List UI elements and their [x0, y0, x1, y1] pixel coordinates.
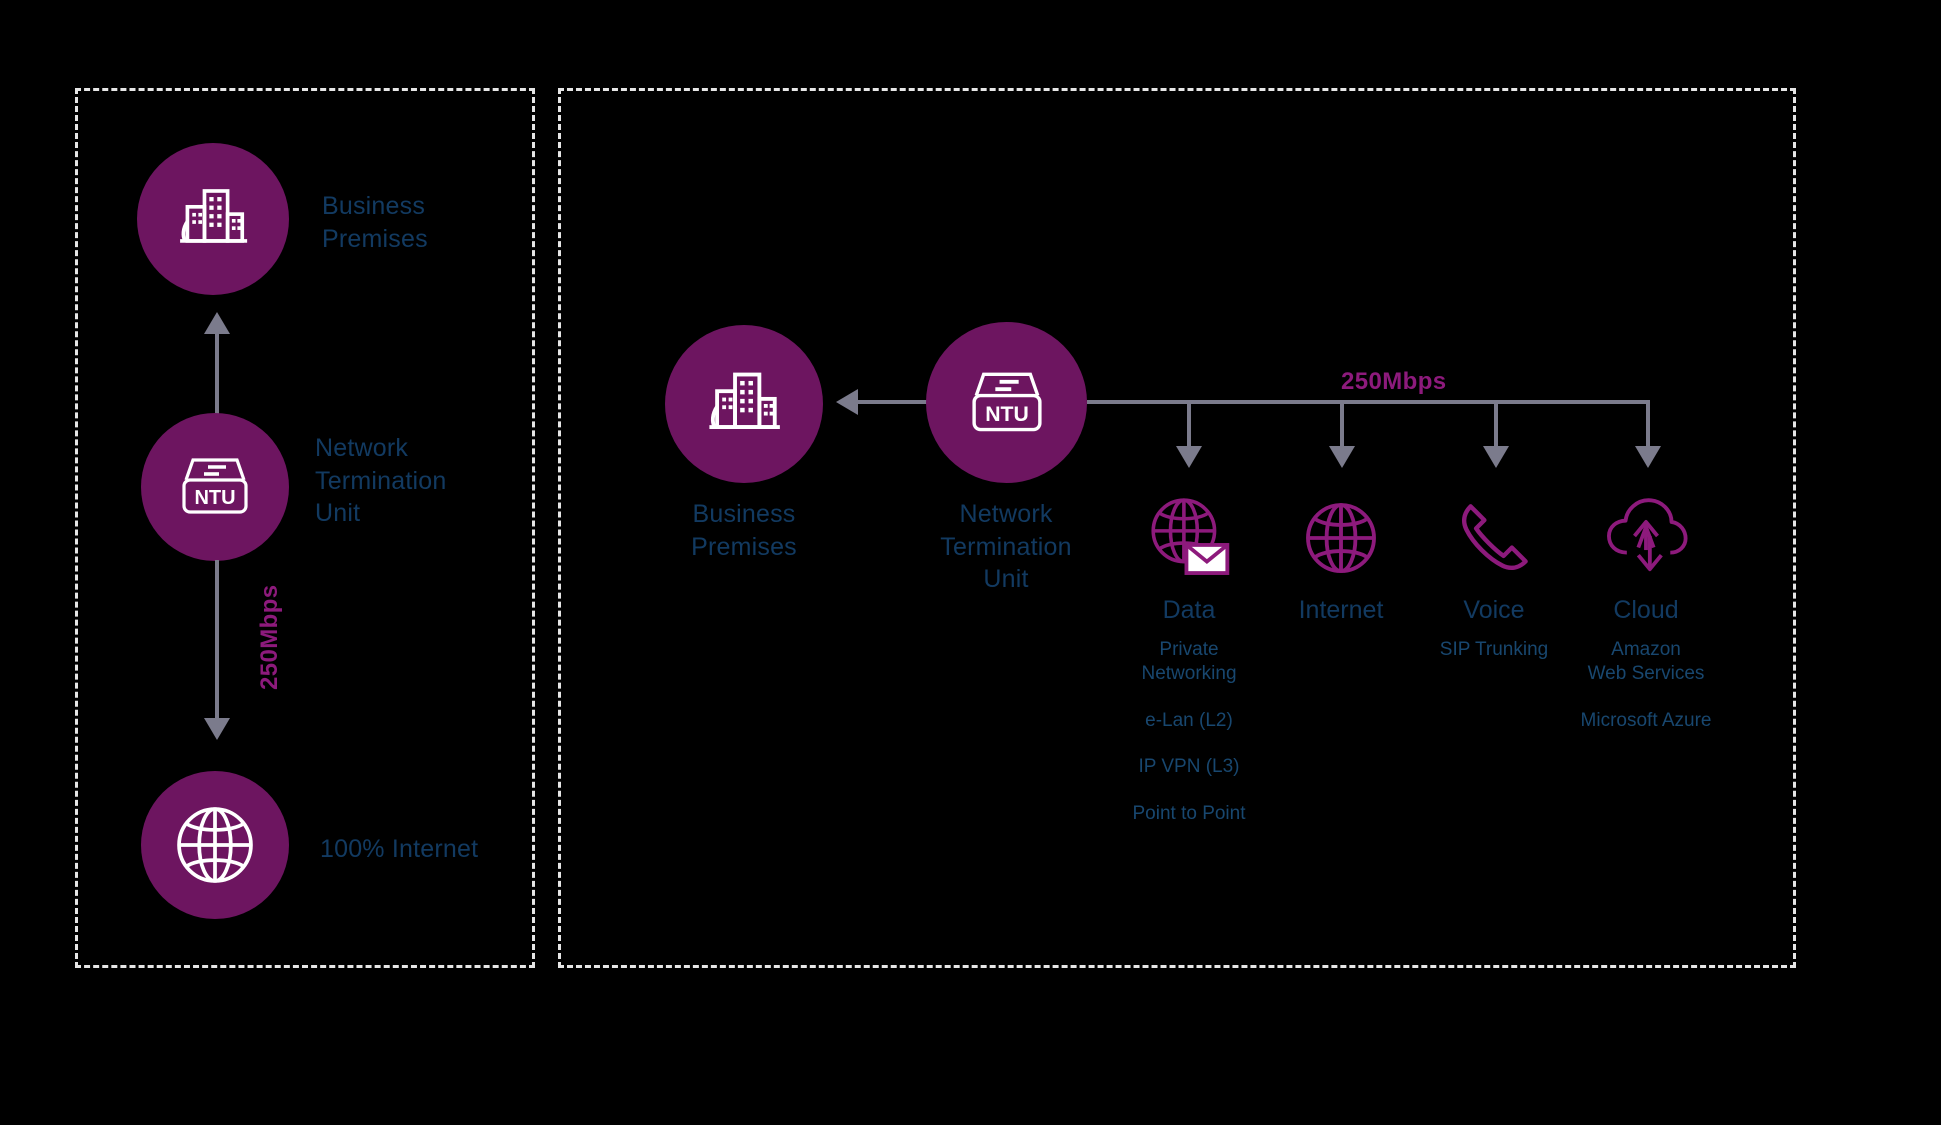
service-subtitle: Amazon Web Services — [1546, 638, 1746, 686]
right-ntu-label: Network Termination Unit — [906, 498, 1106, 596]
left-arrow-down-shaft — [215, 560, 219, 722]
label-line: Termination — [940, 532, 1072, 561]
left-business-premises-label: Business Premises — [322, 190, 502, 255]
service-subtitle: Private Networking — [1089, 638, 1289, 686]
branch-shaft-data — [1187, 400, 1191, 448]
service-item: Point to Point — [1132, 803, 1246, 824]
service-item: Microsoft Azure — [1580, 709, 1712, 731]
label-line: Business — [692, 500, 796, 528]
ntu-box-icon: NTU — [963, 368, 1051, 438]
ntu-box-icon: NTU — [174, 454, 256, 520]
right-business-premises-label: Business Premises — [654, 498, 834, 563]
svg-text:NTU: NTU — [194, 487, 235, 509]
branch-shaft-cloud — [1646, 400, 1650, 448]
branch-arrow-data — [1176, 446, 1202, 468]
left-arrow-up-shaft — [215, 325, 219, 420]
sub-line: Amazon — [1611, 639, 1681, 660]
left-ntu-circle[interactable]: NTU — [141, 413, 289, 561]
label-line: Termination — [315, 466, 447, 495]
branch-shaft-internet — [1340, 400, 1344, 448]
label-line: Network — [315, 434, 409, 462]
globe-icon — [169, 799, 261, 891]
left-speed-label: 250Mbps — [256, 584, 283, 690]
left-internet-label: 100% Internet — [320, 835, 479, 863]
left-internet-circle[interactable] — [141, 771, 289, 919]
service-cloud[interactable]: Cloud Amazon Web Services Microsoft Azur… — [1546, 490, 1746, 732]
right-speed-label: 250Mbps — [1341, 368, 1447, 395]
sub-line: Web Services — [1587, 662, 1705, 684]
office-buildings-icon — [703, 363, 785, 445]
label-line: Unit — [983, 565, 1029, 593]
cloud-updown-arrows-icon — [1546, 490, 1746, 582]
left-arrow-up-head — [204, 312, 230, 334]
right-business-premises-circle[interactable] — [665, 325, 823, 483]
service-item: IP VPN (L3) — [1138, 756, 1240, 778]
label-line: Unit — [315, 499, 361, 527]
service-title: Cloud — [1613, 596, 1679, 624]
branch-arrow-voice — [1483, 446, 1509, 468]
office-buildings-icon — [174, 180, 252, 258]
left-ntu-label: Network Termination Unit — [315, 432, 515, 530]
right-ntu-circle[interactable]: NTU — [926, 322, 1087, 483]
svg-text:NTU: NTU — [985, 403, 1029, 426]
label-line: Premises — [691, 532, 797, 561]
label-line: Premises — [322, 224, 428, 253]
branch-arrow-internet — [1329, 446, 1355, 468]
label-line: Network — [959, 500, 1053, 528]
right-bus-line — [1087, 400, 1649, 404]
branch-arrow-cloud — [1635, 446, 1661, 468]
branch-shaft-voice — [1494, 400, 1498, 448]
service-item: e-Lan (L2) — [1145, 709, 1233, 731]
right-arrow-left-head — [836, 389, 858, 415]
label-line: Business — [322, 192, 426, 220]
left-arrow-down-head — [204, 718, 230, 740]
sub-line: Private — [1159, 639, 1219, 660]
sub-line: Networking — [1141, 662, 1237, 684]
left-business-premises-circle[interactable] — [137, 143, 289, 295]
